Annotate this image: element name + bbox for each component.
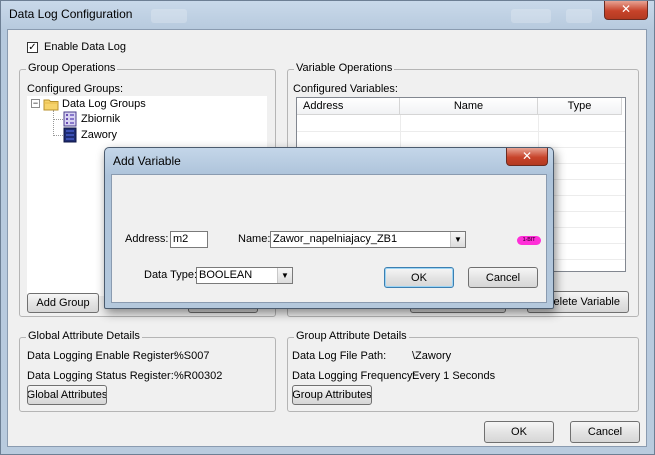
enable-data-log-checkmark: ✓ — [28, 42, 37, 53]
enable-register-label: Data Logging Enable Register: — [27, 350, 177, 362]
enable-register-value: %S007 — [174, 350, 210, 362]
window-title: Data Log Configuration — [9, 7, 133, 21]
group-attributes-button[interactable]: Group Attributes — [292, 385, 372, 405]
configured-groups-label: Configured Groups: — [27, 83, 123, 95]
add-group-button[interactable]: Add Group — [27, 293, 99, 313]
bit-size-badge: 1-BIT — [517, 236, 541, 245]
tree-item-label: Zbiornik — [81, 113, 121, 125]
tree-item-label: Zawory — [81, 129, 118, 141]
dropdown-arrow-icon[interactable]: ▼ — [277, 268, 292, 283]
cancel-button[interactable]: Cancel — [570, 421, 640, 443]
table-gridline — [297, 131, 625, 132]
global-attributes-legend: Global Attribute Details — [26, 330, 142, 342]
name-label: Name: — [238, 233, 271, 245]
close-icon[interactable]: ✕ — [604, 1, 648, 20]
dialog-ok-button[interactable]: OK — [384, 267, 454, 288]
add-variable-dialog: Add Variable ✕ Address: m2 Name: Zawor_n… — [104, 147, 554, 309]
tree-line — [53, 119, 63, 121]
data-type-combobox-value: BOOLEAN — [199, 269, 253, 281]
group-operations-legend: Group Operations — [26, 62, 118, 74]
checkbox-checked-icon[interactable]: ✓ — [27, 42, 38, 53]
database-icon — [63, 127, 77, 143]
titlebar-ghost-control — [151, 9, 187, 23]
collapse-glyph: − — [32, 98, 39, 108]
name-combobox[interactable]: Zawor_napelniajacy_ZB1 ▼ — [270, 231, 466, 248]
name-combobox-value: Zawor_napelniajacy_ZB1 — [273, 233, 398, 245]
close-icon[interactable]: ✕ — [506, 148, 548, 166]
dialog-cancel-button[interactable]: Cancel — [468, 267, 538, 288]
frequency-label: Data Logging Frequency: — [292, 370, 416, 382]
ok-button[interactable]: OK — [484, 421, 554, 443]
enable-data-log-label[interactable]: Enable Data Log — [44, 41, 126, 53]
global-attributes-button[interactable]: Global Attributes — [27, 385, 107, 405]
titlebar-ghost-control — [566, 9, 592, 23]
column-header-type[interactable]: Type — [538, 98, 622, 115]
address-input[interactable]: m2 — [170, 231, 208, 248]
file-path-label: Data Log File Path: — [292, 350, 387, 362]
dialog-title: Add Variable — [113, 154, 181, 168]
address-label: Address: — [125, 233, 169, 245]
data-type-label: Data Type: — [144, 269, 197, 281]
frequency-value: Every 1 Seconds — [412, 370, 496, 382]
column-header-name[interactable]: Name — [400, 98, 538, 115]
dialog-client-area: Address: m2 Name: Zawor_napelniajacy_ZB1… — [111, 174, 547, 303]
database-icon — [63, 111, 77, 127]
tree-line — [53, 110, 55, 136]
dropdown-arrow-icon[interactable]: ▼ — [450, 232, 465, 247]
configured-variables-label: Configured Variables: — [293, 83, 398, 95]
column-header-address[interactable]: Address — [297, 98, 400, 115]
folder-icon — [43, 99, 59, 111]
file-path-value: \Zawory — [412, 350, 452, 362]
status-register-value: %R00302 — [174, 370, 223, 382]
status-register-label: Data Logging Status Register: — [27, 370, 174, 382]
collapse-icon[interactable]: − — [31, 99, 40, 108]
group-attributes-legend: Group Attribute Details — [294, 330, 409, 342]
data-type-combobox[interactable]: BOOLEAN ▼ — [196, 267, 293, 284]
tree-line — [53, 135, 63, 137]
titlebar-ghost-control — [511, 9, 551, 23]
variable-operations-legend: Variable Operations — [294, 62, 395, 74]
tree-item-label: Data Log Groups — [62, 98, 146, 110]
